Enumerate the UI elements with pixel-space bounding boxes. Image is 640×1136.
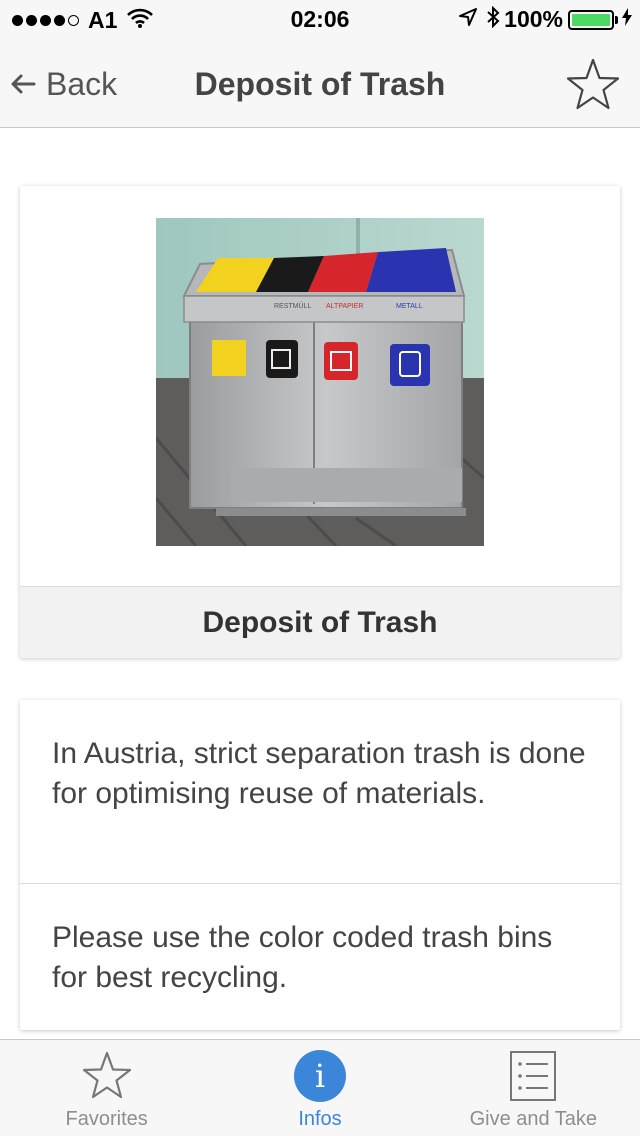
svg-text:RESTMÜLL: RESTMÜLL: [274, 302, 311, 310]
svg-text:METALL: METALL: [396, 303, 423, 310]
svg-text:ALTPAPIER: ALTPAPIER: [326, 303, 363, 310]
bluetooth-icon: [486, 5, 500, 33]
charging-icon: [622, 8, 632, 31]
location-arrow-icon: [458, 7, 478, 32]
tab-give-and-take[interactable]: Give and Take: [427, 1040, 640, 1136]
back-button[interactable]: Back: [10, 62, 117, 106]
tab-bar: Favorites i Infos Give and Take: [0, 1039, 640, 1136]
star-outline-icon: [81, 1050, 133, 1107]
arrow-left-icon: [10, 66, 36, 103]
list-icon: [509, 1050, 557, 1107]
image-caption: Deposit of Trash: [20, 586, 620, 658]
info-paragraph: Please use the color coded trash bins fo…: [52, 921, 553, 994]
tab-favorites[interactable]: Favorites: [0, 1040, 213, 1136]
image-card: RESTMÜLL ALTPAPIER METALL Deposit of Tra…: [20, 186, 620, 658]
battery-tip: [615, 15, 618, 24]
trash-bins-photo: RESTMÜLL ALTPAPIER METALL: [156, 218, 484, 546]
tab-label: Favorites: [65, 1108, 148, 1130]
navigation-bar: Back Deposit of Trash: [0, 40, 640, 128]
tab-label: Give and Take: [469, 1108, 598, 1130]
content-scroll[interactable]: RESTMÜLL ALTPAPIER METALL Deposit of Tra…: [0, 128, 640, 1039]
battery-percentage: 100%: [504, 6, 563, 32]
status-bar: A1 02:06 100%: [0, 0, 640, 40]
info-card: In Austria, strict separation trash is d…: [20, 700, 620, 1030]
favorite-button[interactable]: [564, 56, 622, 114]
status-right: 100%: [458, 5, 632, 33]
info-paragraph: In Austria, strict separation trash is d…: [20, 700, 620, 884]
info-icon: i: [293, 1050, 346, 1102]
page-title: Deposit of Trash: [194, 66, 446, 102]
tab-label: Infos: [298, 1108, 342, 1130]
back-label: Back: [46, 65, 118, 102]
tab-infos[interactable]: i Infos: [213, 1040, 426, 1136]
battery-icon: [568, 9, 614, 30]
star-outline-icon: [566, 58, 620, 110]
